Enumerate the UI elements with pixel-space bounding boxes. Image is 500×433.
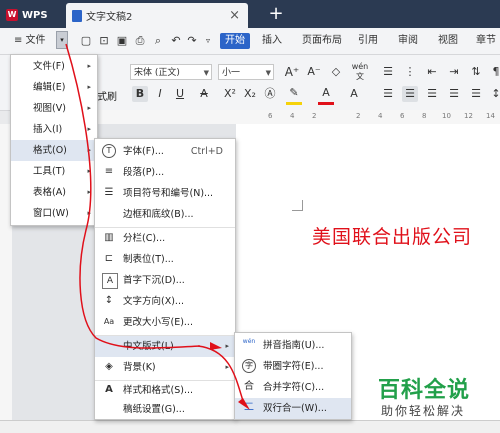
annotation-arrowhead [238, 398, 250, 410]
annotation-arrowhead [210, 342, 222, 350]
annotation-arrow-path [197, 345, 245, 405]
watermark-title: 百科全说 [378, 378, 471, 403]
annotation-arrow-path [65, 43, 201, 349]
watermark-subtitle: 助你轻松解决 [381, 404, 466, 418]
annotation-arrows [65, 43, 250, 410]
